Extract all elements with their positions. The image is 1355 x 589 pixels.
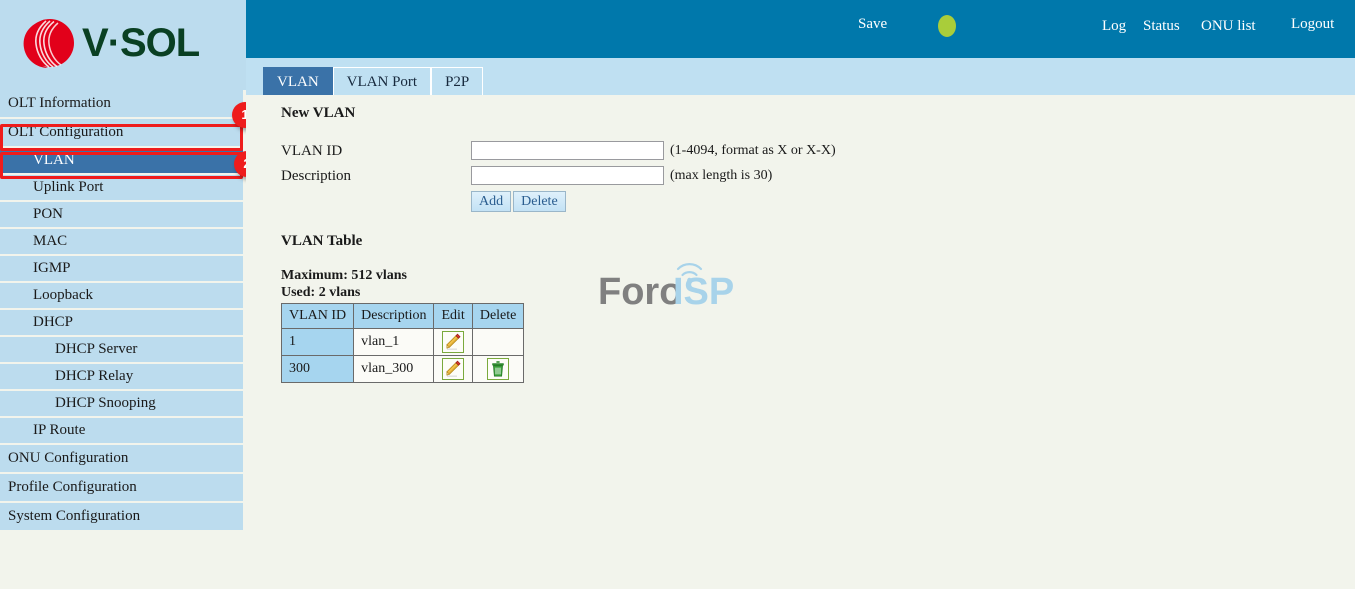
pencil-edit-icon[interactable] [442,331,465,353]
new-vlan-heading: New VLAN [281,105,356,121]
sidebar-item-profile-configuration[interactable]: Profile Configuration [0,474,243,501]
tab-vlan-port[interactable]: VLAN Port [332,67,432,95]
onu-list-link[interactable]: ONU list [1201,18,1256,35]
add-button[interactable]: Add [471,191,512,212]
sidebar-nav: OLT Information OLT Configuration VLAN U… [0,90,246,589]
wifi-signal-icon: Foro ISP [598,263,734,313]
table-row: 300 vlan_300 [280,355,525,383]
top-header-bar: Save Log Status ONU list Logout [246,0,1355,58]
table-header-row: VLAN ID Description Edit Delete [280,303,525,329]
cell-edit [433,328,473,356]
delete-button[interactable]: Delete [513,191,566,212]
sidebar-item-olt-configuration[interactable]: OLT Configuration [0,119,243,146]
sidebar-item-uplink-port[interactable]: Uplink Port [0,175,243,200]
sidebar-item-dhcp-relay[interactable]: DHCP Relay [0,364,243,389]
cell-vlan-id: 300 [280,355,355,383]
pencil-edit-icon[interactable] [442,358,465,380]
brand-logo: V·SOL [16,14,200,72]
sidebar-item-dhcp-snooping[interactable]: DHCP Snooping [0,391,243,416]
vlan-id-label: VLAN ID [281,143,343,159]
sidebar-item-onu-configuration[interactable]: ONU Configuration [0,445,243,472]
column-header-description: Description [353,303,435,329]
tab-p2p[interactable]: P2P [431,67,484,95]
logout-link[interactable]: Logout [1291,16,1334,33]
cell-edit [433,355,473,383]
vlan-id-input[interactable] [471,141,664,160]
sidebar-item-vlan[interactable]: VLAN [0,148,243,173]
status-dot-icon [938,15,956,37]
table-row: 1 vlan_1 [280,328,525,356]
cell-delete [471,328,525,356]
maximum-vlans-text: Maximum: 512 vlans [281,268,407,283]
column-header-delete: Delete [471,303,525,329]
logo-wordmark: V·SOL [82,21,200,65]
vsol-swirl-icon [23,19,74,68]
sidebar-item-igmp[interactable]: IGMP [0,256,243,281]
description-input[interactable] [471,166,664,185]
form-button-row: Add Delete [471,191,566,212]
sidebar-item-ip-route[interactable]: IP Route [0,418,243,443]
cell-delete [471,355,525,383]
sidebar-item-dhcp-server[interactable]: DHCP Server [0,337,243,362]
foroisp-watermark: Foro ISP [598,257,750,317]
tab-list: VLAN VLAN Port P2P [263,67,484,95]
sidebar-item-system-configuration[interactable]: System Configuration [0,503,243,530]
save-button[interactable]: Save [858,16,887,33]
description-hint: (max length is 30) [670,168,773,183]
tab-strip: VLAN VLAN Port P2P [246,58,1355,95]
trash-delete-icon[interactable] [487,358,510,380]
sidebar-item-pon[interactable]: PON [0,202,243,227]
description-label: Description [281,168,351,184]
tab-vlan[interactable]: VLAN [263,67,333,95]
cell-description: vlan_1 [353,328,435,356]
log-link[interactable]: Log [1102,18,1126,35]
svg-text:Foro: Foro [598,271,682,312]
vlan-table: VLAN ID Description Edit Delete 1 vlan_1 [280,303,525,383]
sidebar-item-loopback[interactable]: Loopback [0,283,243,308]
cell-description: vlan_300 [353,355,435,383]
status-link[interactable]: Status [1143,18,1180,35]
vlan-table-heading: VLAN Table [281,233,363,249]
logo-area: V·SOL [0,0,246,90]
used-vlans-text: Used: 2 vlans [281,285,361,300]
svg-text:ISP: ISP [673,271,734,312]
sidebar-item-mac[interactable]: MAC [0,229,243,254]
vlan-id-hint: (1-4094, format as X or X-X) [670,143,836,158]
sidebar-item-olt-information[interactable]: OLT Information [0,90,243,117]
sidebar-item-dhcp[interactable]: DHCP [0,310,243,335]
main-content: New VLAN VLAN ID (1-4094, format as X or… [246,95,1355,589]
column-header-vlan-id: VLAN ID [280,303,355,329]
column-header-edit: Edit [433,303,473,329]
cell-vlan-id: 1 [280,328,355,356]
